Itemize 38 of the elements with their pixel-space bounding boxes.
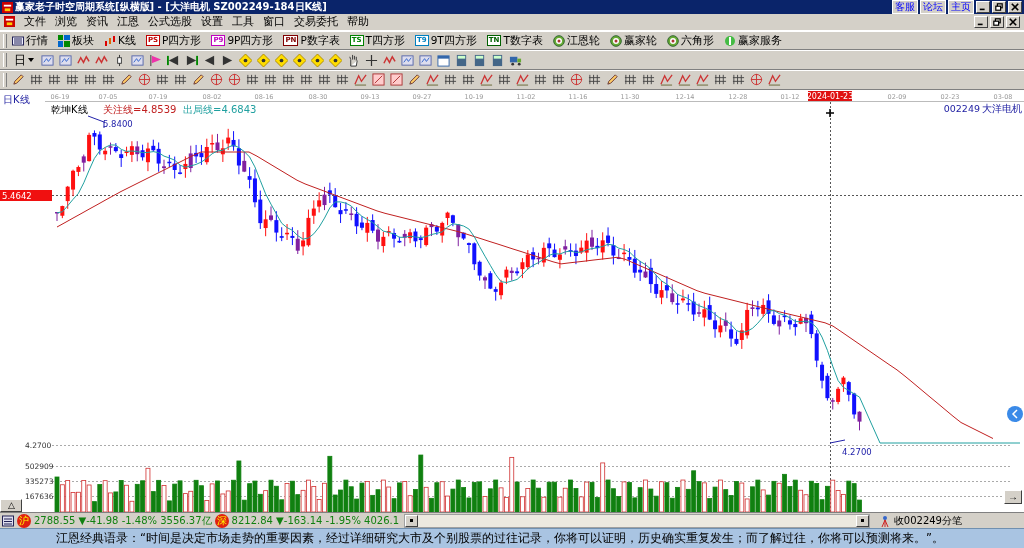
indicator-value: 关注线=4.8539 [103, 103, 177, 115]
indicator-name: 乾坤K线 [51, 103, 88, 115]
toolbar-button[interactable]: 赢家轮 [609, 33, 662, 48]
menu-item[interactable]: 帮助 [347, 14, 369, 30]
period-dropdown[interactable]: 日 [12, 52, 36, 68]
menu-item[interactable]: 工具 [232, 14, 254, 30]
index-quote: 8212.84 ▼-163.14 -1.95% 4026.1 [231, 515, 400, 527]
window-title: 赢家老子时空周期系统[纵横版] - [大洋电机 SZ002249-184日K线] [15, 0, 327, 14]
indicator-value: 出局线=4.6843 [183, 103, 257, 115]
date-label: 2024-01-23 [806, 90, 854, 101]
quote-banner: 江恩经典语录：“时间是决定市场走势的重要因素，经过详细研究大市及个别股票的过往记录，你将可以证明，历史确实重复发生；而了解过往，你将可以预测将来。”。 [0, 528, 1024, 548]
title-link[interactable]: 客服 [892, 0, 918, 14]
title-link[interactable]: 主页 [948, 0, 974, 14]
toolbar-button[interactable]: 赢家服务 [723, 33, 787, 48]
stock-name: 大洋电机 [982, 102, 1022, 114]
index-badge: 深 [214, 513, 229, 528]
feed-status: 收002249分笔 [893, 513, 962, 528]
menu-item[interactable]: 公式选股 [148, 14, 192, 30]
high-price-label: 5.8400 [103, 118, 133, 129]
menu-item[interactable]: 交易委托 [294, 14, 338, 30]
stock-code: 002249 [943, 102, 980, 114]
current-price-tag: 5.4642 [0, 189, 52, 201]
menu-item[interactable]: 文件 [24, 14, 46, 30]
menu-item[interactable]: 江恩 [117, 14, 139, 30]
period-label: 日K线 [3, 93, 30, 105]
menu-item[interactable]: 资讯 [86, 14, 108, 30]
toolbar-button[interactable]: K线 [104, 33, 141, 48]
index-badge: 沪 [17, 513, 31, 528]
toolbar-button[interactable]: 板块 [58, 33, 99, 48]
toolbar-button[interactable]: 行情 [12, 33, 53, 48]
toolbar-button[interactable]: 六角形 [666, 33, 719, 48]
toolbar-button[interactable]: 江恩轮 [552, 33, 605, 48]
title-link[interactable]: 论坛 [920, 0, 946, 14]
menu-item[interactable]: 窗口 [263, 14, 285, 30]
menu-item[interactable]: 浏览 [55, 14, 77, 30]
menu-item[interactable]: 设置 [201, 14, 223, 30]
low-price-label: 4.2700 [842, 446, 872, 457]
index-quote: 2788.55 ▼-41.98 -1.48% 3556.37亿 [34, 513, 212, 528]
